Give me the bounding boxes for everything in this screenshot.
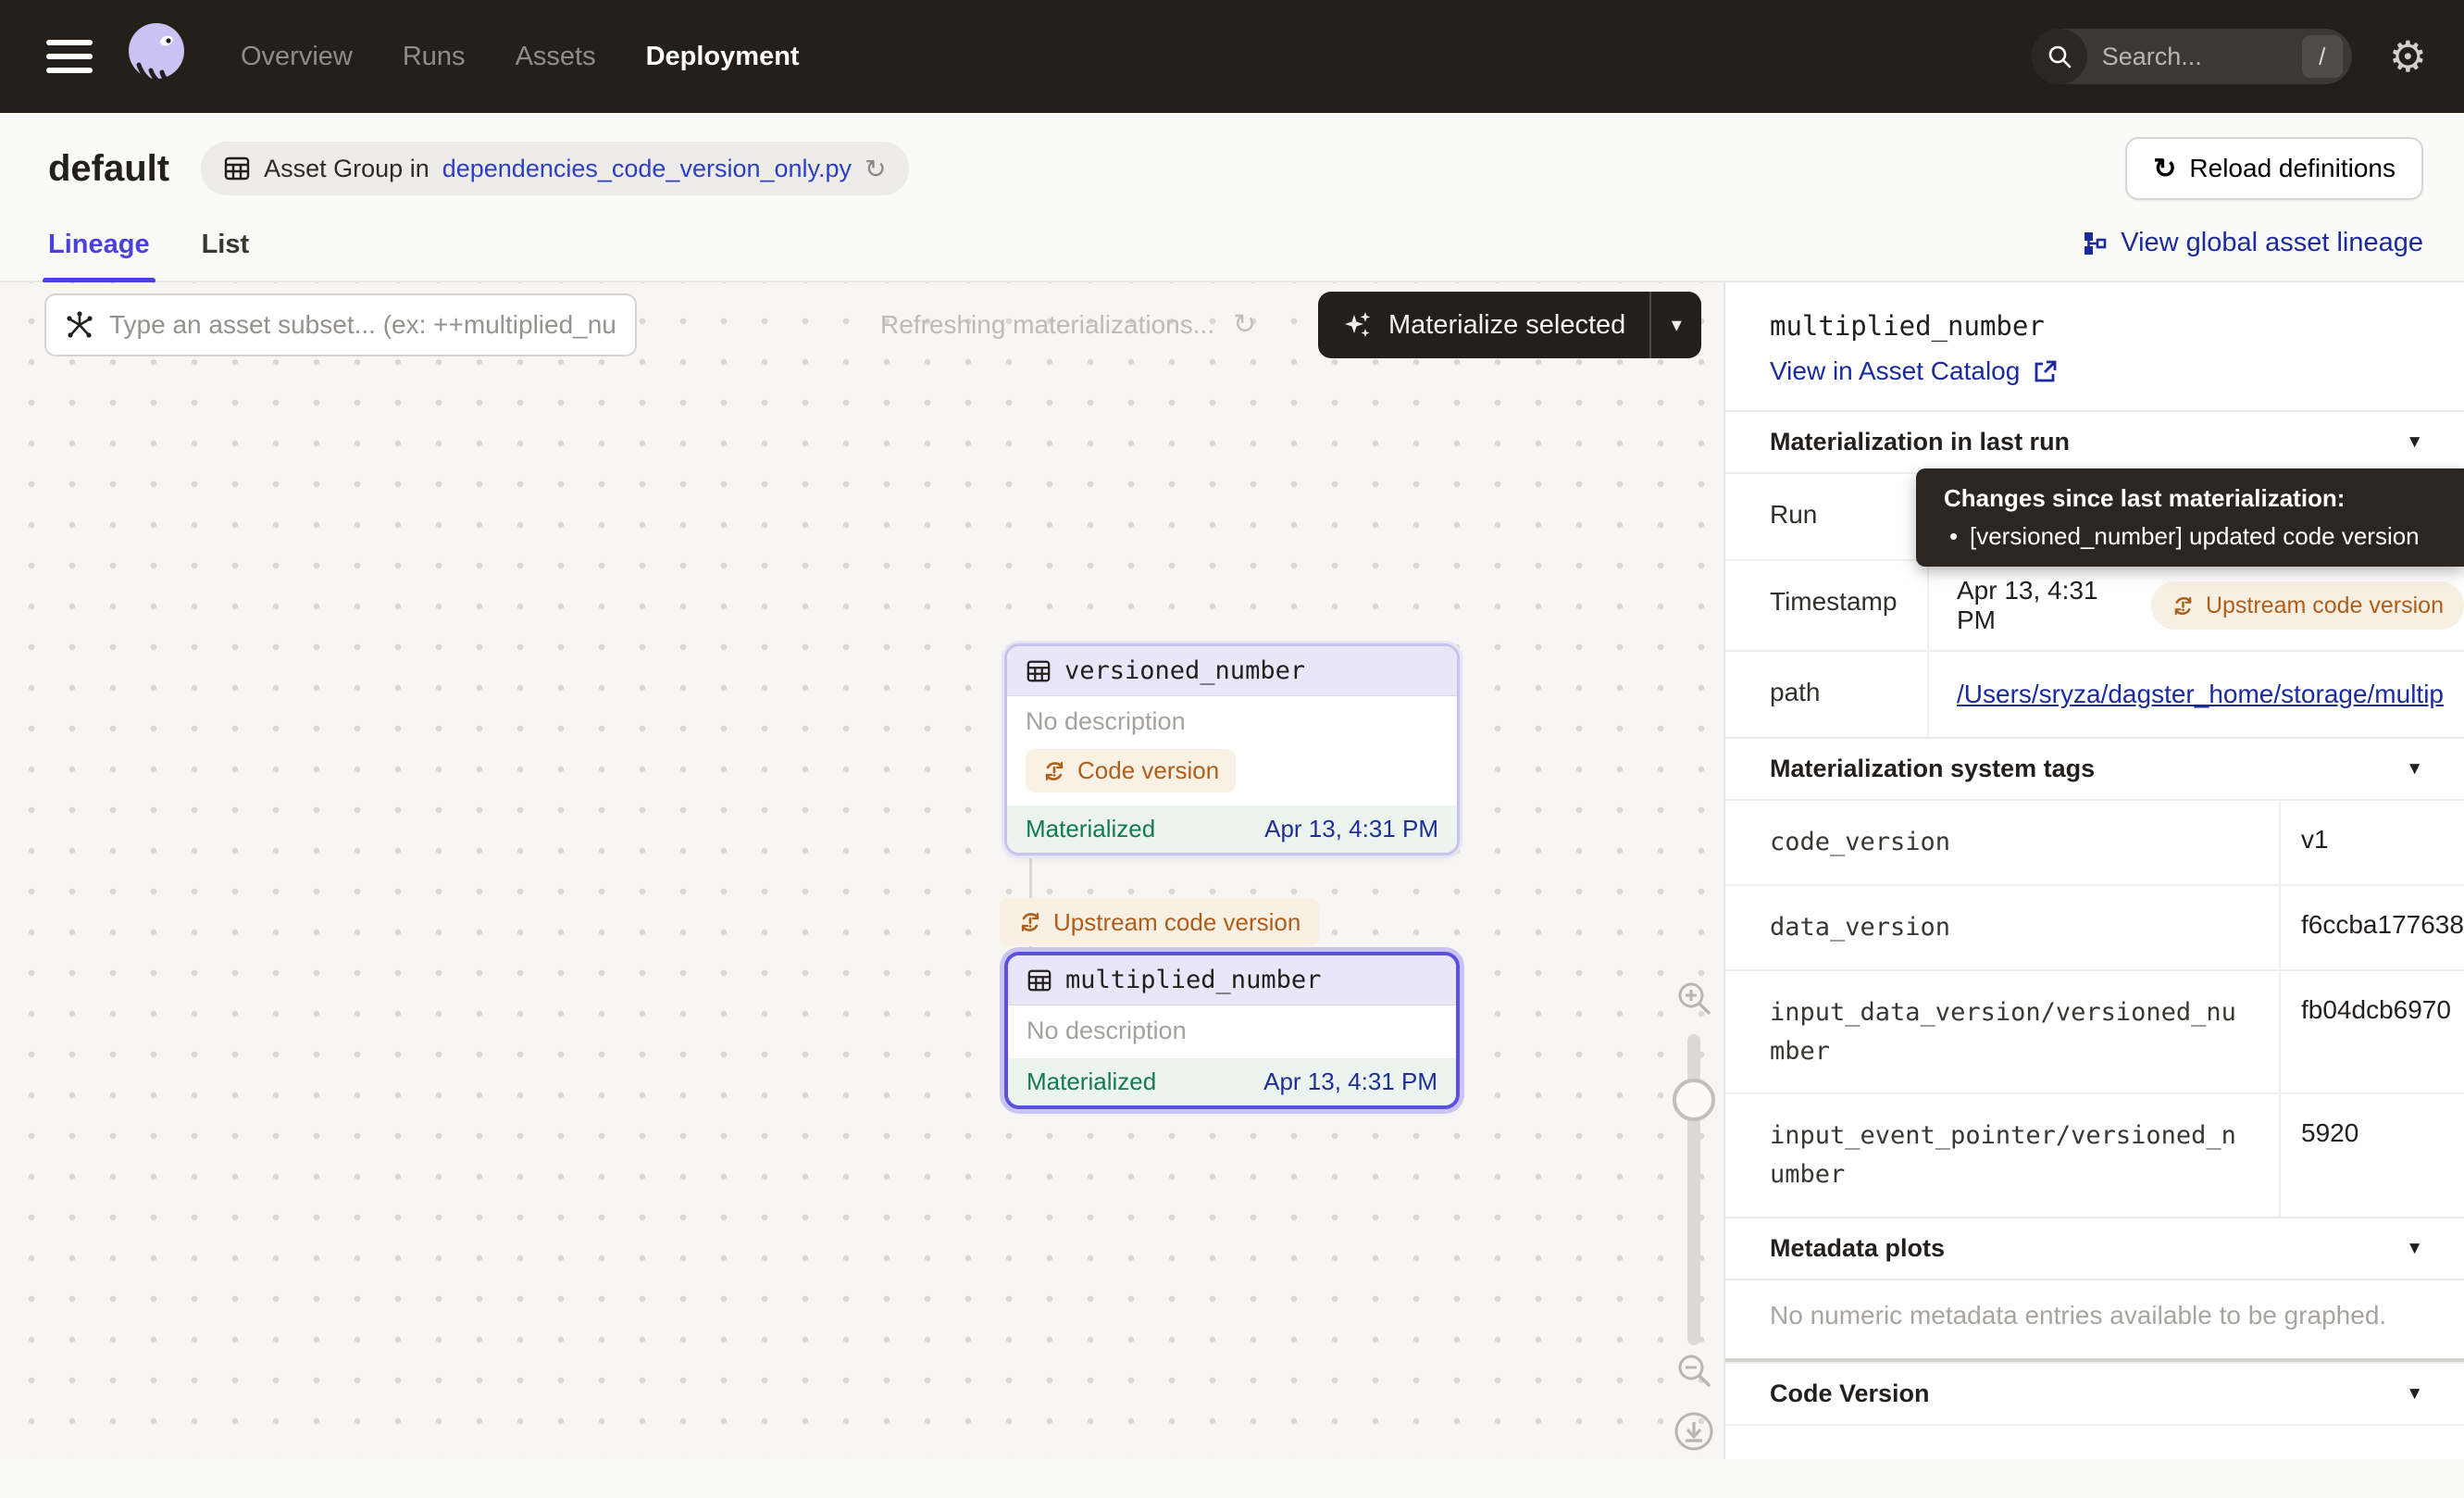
path-link[interactable]: /Users/sryza/dagster_home/storage/multip [1957, 680, 2444, 709]
changes-tooltip: Changes since last materialization: [ver… [1916, 468, 2464, 567]
materialized-status: Materialized [1026, 815, 1155, 843]
chevron-down-icon: ▼ [2406, 759, 2423, 780]
table-icon [1026, 658, 1052, 684]
path-label: path [1725, 652, 1927, 737]
chevron-down-icon: ▼ [2406, 1239, 2423, 1259]
nav-link-runs[interactable]: Runs [403, 42, 466, 72]
global-lineage-label: View global asset lineage [2121, 228, 2423, 258]
asset-group-pill: Asset Group in dependencies_code_version… [201, 142, 908, 195]
section-materialization-last-run[interactable]: Materialization in last run▼ [1725, 410, 2464, 472]
search-shortcut-key: / [2302, 35, 2343, 78]
sync-alert-icon [1042, 759, 1066, 783]
upstream-code-version-pill[interactable]: Upstream code version [2151, 581, 2464, 630]
asset-group-file-link[interactable]: dependencies_code_version_only.py [442, 155, 852, 183]
hamburger-menu-icon[interactable] [46, 40, 93, 73]
system-tag-row: data_version f6ccba177638 [1725, 884, 2464, 969]
nav-link-assets[interactable]: Assets [516, 42, 596, 72]
materialized-timestamp: Apr 13, 4:31 PM [1264, 815, 1438, 843]
run-label: Run [1725, 474, 1927, 559]
asset-node-versioned-number[interactable]: versioned_number No description Code ver… [1004, 643, 1460, 855]
external-link-icon [2033, 359, 2058, 384]
zoom-out-icon[interactable] [1674, 1351, 1713, 1390]
path-row: path /Users/sryza/dagster_home/storage/m… [1725, 650, 2464, 737]
tooltip-item: [versioned_number] updated code version [1944, 522, 2445, 551]
materialize-dropdown-caret[interactable]: ▾ [1651, 292, 1701, 358]
timestamp-row: Timestamp Apr 13, 4:31 PM Upstream code … [1725, 559, 2464, 650]
zoom-in-icon[interactable] [1674, 979, 1713, 1017]
code-version-value: v1 [1725, 1424, 2464, 1459]
global-lineage-icon [2082, 231, 2108, 256]
tab-list[interactable]: List [202, 230, 250, 281]
search-input[interactable] [2087, 43, 2302, 71]
chevron-down-icon: ▼ [2406, 1384, 2423, 1404]
reload-icon: ↻ [2153, 153, 2176, 185]
code-version-badge[interactable]: Code version [1026, 749, 1236, 793]
main-nav: Overview Runs Assets Deployment [241, 42, 800, 72]
panel-asset-title: multiplied_number [1725, 282, 2464, 342]
view-in-asset-catalog-link[interactable]: View in Asset Catalog [1725, 342, 2464, 410]
zoom-slider[interactable] [1673, 1034, 1715, 1345]
materialize-label: Materialize selected [1388, 310, 1625, 341]
materialize-selected-button[interactable]: Materialize selected ▾ [1318, 292, 1701, 358]
tabs-row: Lineage List View global asset lineage [0, 228, 2464, 282]
upstream-code-version-badge[interactable]: Upstream code version [1000, 898, 1319, 946]
section-metadata-plots[interactable]: Metadata plots▼ [1725, 1217, 2464, 1279]
reload-definitions-label: Reload definitions [2189, 154, 2396, 183]
section-code-version[interactable]: Code Version▼ [1725, 1362, 2464, 1424]
asset-node-description: No description [1026, 707, 1438, 736]
download-graph-icon[interactable] [1673, 1410, 1715, 1453]
metadata-plots-empty-message: No numeric metadata entries available to… [1725, 1279, 2464, 1358]
system-tag-row: code_version v1 [1725, 799, 2464, 884]
table-icon [1027, 967, 1052, 993]
upstream-code-version-label: Upstream code version [1053, 908, 1300, 937]
search-icon [2032, 29, 2087, 84]
page-title: default [48, 148, 169, 190]
gear-icon[interactable]: ⚙ [2389, 35, 2427, 78]
reload-group-icon[interactable]: ↻ [865, 154, 886, 184]
dagster-logo-icon[interactable] [120, 20, 193, 93]
asset-node-title: versioned_number [1064, 656, 1305, 685]
asset-subset-input[interactable] [109, 310, 616, 340]
view-global-lineage-link[interactable]: View global asset lineage [2082, 228, 2423, 281]
zoom-slider-handle[interactable] [1673, 1079, 1715, 1121]
asset-detail-panel: multiplied_number View in Asset Catalog … [1724, 282, 2464, 1459]
op-selector-icon [65, 310, 94, 340]
materialized-timestamp: Apr 13, 4:31 PM [1263, 1067, 1437, 1096]
refresh-icon[interactable]: ↻ [1233, 308, 1256, 341]
zoom-controls [1670, 979, 1718, 1453]
sync-alert-icon [1018, 910, 1042, 934]
asset-node-multiplied-number[interactable]: multiplied_number No description Materia… [1004, 952, 1460, 1109]
system-tag-row: input_data_version/versioned_number fb04… [1725, 969, 2464, 1093]
catalog-link-label: View in Asset Catalog [1770, 356, 2020, 386]
tooltip-title: Changes since last materialization: [1944, 484, 2445, 513]
timestamp-label: Timestamp [1725, 561, 1927, 650]
code-version-badge-label: Code version [1077, 756, 1219, 785]
section-system-tags[interactable]: Materialization system tags▼ [1725, 737, 2464, 799]
asset-subset-filter[interactable] [44, 293, 637, 356]
materialized-status: Materialized [1027, 1067, 1156, 1096]
upstream-pill-label: Upstream code version [2206, 593, 2444, 619]
asset-group-label: Asset Group in [264, 155, 429, 183]
lineage-graph-canvas[interactable]: Refreshing materializations... ↻ Materia… [0, 282, 1724, 1459]
refreshing-label: Refreshing materializations... [880, 310, 1214, 340]
refreshing-status: Refreshing materializations... ↻ [880, 308, 1256, 341]
nav-link-deployment[interactable]: Deployment [646, 42, 800, 72]
system-tag-row: input_event_pointer/versioned_number 592… [1725, 1092, 2464, 1217]
search-box[interactable]: / [2032, 29, 2352, 84]
top-nav: Overview Runs Assets Deployment / ⚙ [0, 0, 2464, 113]
page-header: default Asset Group in dependencies_code… [0, 113, 2464, 200]
sync-alert-icon [2172, 594, 2195, 618]
sparkle-icon [1342, 309, 1374, 341]
nav-link-overview[interactable]: Overview [241, 42, 353, 72]
tab-lineage[interactable]: Lineage [48, 230, 150, 281]
reload-definitions-button[interactable]: ↻ Reload definitions [2125, 137, 2423, 200]
asset-node-description: No description [1027, 1017, 1437, 1045]
timestamp-value: Apr 13, 4:31 PM [1957, 576, 2131, 635]
asset-node-title: multiplied_number [1065, 966, 1321, 994]
chevron-down-icon: ▼ [2406, 432, 2423, 453]
asset-group-icon [223, 155, 251, 182]
